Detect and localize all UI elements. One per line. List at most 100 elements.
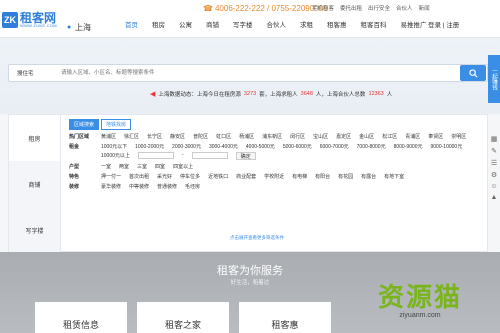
category-rent[interactable]: 租房 [9,115,60,161]
service-card-tenant-home[interactable]: 租客之家 [137,302,229,333]
edit-icon[interactable]: ✎ [491,147,497,155]
filter-option[interactable]: 虹口区 [216,133,231,140]
filter-option[interactable]: 杨浦区 [239,133,254,140]
category-shop[interactable]: 商铺 [9,161,60,207]
tab-metro-search[interactable]: 地铁找房 [101,119,132,130]
site-logo[interactable]: ZK 租客网 WWW.ZUKE.COM [2,10,62,30]
hotline-numbers: 4006-222-222 / 0755-22090000 [214,4,328,13]
search-input[interactable] [53,65,460,81]
expand-filters-link[interactable]: 点击展开查看更多筛选条件 [230,235,284,241]
rent-max-input[interactable] [191,152,228,159]
filter-option[interactable]: 押一付一 [101,173,121,180]
filter-option[interactable]: 长宁区 [147,133,162,140]
filter-option[interactable]: 中等装修 [129,183,149,190]
service-card-rental-info[interactable]: 租赁信息 [35,302,127,333]
filter-label: 热门区域 [69,134,90,140]
filter-option[interactable]: 浦东新区 [262,133,282,140]
search-button[interactable] [460,65,486,81]
filter-option[interactable]: 有阳台 [315,173,330,180]
filter-option[interactable]: 金山区 [359,133,374,140]
filter-option[interactable]: 毛坯房 [185,183,200,190]
filter-option[interactable]: 7000-8000元 [357,143,386,150]
top-links: 手机租客 委托出租 出行安全 合伙人 新闻 [312,4,430,12]
filter-option[interactable]: 采光好 [157,173,172,180]
top-link-news[interactable]: 新闻 [419,4,430,12]
login-register-link[interactable]: 登录 | 注册 [428,19,459,33]
filter-option[interactable]: 首次出租 [129,173,149,180]
filter-label: 户型 [69,164,80,170]
filter-option[interactable]: 2000-3000元 [172,143,201,150]
filter-option[interactable]: 4000-5000元 [246,143,275,150]
filter-option[interactable]: 四室以上 [173,163,193,170]
filter-option[interactable]: 松江区 [382,133,397,140]
nav-deals[interactable]: 租客惠 [320,19,354,33]
filter-panel: 租房 商铺 写字楼 区域搜索 地铁找房 热门区域 黄浦区 徐汇区 长宁区 静安区… [8,114,488,253]
rent-min-input[interactable] [137,152,174,159]
filter-option[interactable]: 豪华装修 [101,183,121,190]
nav-partner[interactable]: 合伙人 [260,19,294,33]
filter-option[interactable]: 1000-2000元 [135,143,164,150]
filter-option[interactable]: 嘉定区 [336,133,351,140]
filter-option[interactable]: 青浦区 [405,133,420,140]
notice-mid1: 套，上海求租人 [259,92,298,98]
filter-option[interactable]: 普陀区 [193,133,208,140]
filter-option[interactable]: 5000-6000元 [283,143,312,150]
service-card-deals[interactable]: 租客惠 [239,302,331,333]
filter-option[interactable]: 徐汇区 [124,133,139,140]
city-selector[interactable]: ● 上海 [67,22,91,33]
top-link-mobile[interactable]: 手机租客 [312,4,334,12]
filter-option[interactable]: 有电梯 [292,173,307,180]
filter-option[interactable]: 10000元以上 [101,152,130,160]
filter-option[interactable]: 奉贤区 [428,133,443,140]
filter-option[interactable]: 商业配套 [236,173,256,180]
filter-option[interactable]: 四室 [155,163,165,170]
filter-option[interactable]: 两室 [119,163,129,170]
filter-option[interactable]: 6000-7000元 [320,143,349,150]
filter-option[interactable]: 黄浦区 [101,133,116,140]
filter-option[interactable]: 有露台 [361,173,376,180]
search-type-selector[interactable]: 搜住宅 [9,69,53,77]
notice-mid2: 人，上海合伙人总数 [315,92,366,98]
filter-row-district: 热门区域 黄浦区 徐汇区 长宁区 静安区 普陀区 虹口区 杨浦区 浦东新区 闵行… [69,133,485,140]
filter-option[interactable]: 有花园 [338,173,353,180]
tab-area-search[interactable]: 区域搜索 [69,119,100,130]
gear-icon[interactable]: ⚙ [491,171,497,179]
top-link-entrust[interactable]: 委托出租 [340,4,362,12]
top-link-partner[interactable]: 合伙人 [396,4,413,12]
top-link-safety[interactable]: 出行安全 [368,4,390,12]
filter-option[interactable]: 3000-4000元 [209,143,238,150]
user-icon[interactable]: ☺ [490,183,497,190]
filter-option[interactable]: 普通装修 [157,183,177,190]
nav-office[interactable]: 写字楼 [226,19,260,33]
earn-together-tab[interactable]: 一起赚钱 [488,55,500,103]
logo-mark: ZK [2,12,18,28]
filter-option[interactable]: 一室 [101,163,111,170]
nav-shop[interactable]: 商铺 [199,19,226,33]
filter-option[interactable]: 静安区 [170,133,185,140]
filter-option[interactable]: 宝山区 [313,133,328,140]
filter-option[interactable]: 停车位多 [180,173,200,180]
filter-option[interactable]: 有地下室 [384,173,404,180]
nav-wiki[interactable]: 租客百科 [354,19,394,33]
filter-option[interactable]: 学校附近 [264,173,284,180]
rent-confirm-button[interactable]: 确定 [235,152,256,160]
filter-option[interactable]: 三室 [137,163,147,170]
service-cards: 租赁信息 租客之家 租客惠 [35,302,331,333]
filter-option[interactable]: 8000-9000元 [394,143,423,150]
notice-houses: 3273 [243,91,257,97]
filter-option[interactable]: 9000-10000元 [431,143,463,150]
filter-option[interactable]: 崇明区 [451,133,466,140]
qrcode-icon[interactable]: ▦ [491,135,498,143]
filter-option[interactable]: 1000元以下 [101,143,127,150]
back-to-top-icon[interactable]: ▲ [491,194,498,201]
filter-option[interactable]: 近地铁口 [208,173,228,180]
filter-option[interactable]: 闵行区 [290,133,305,140]
category-office[interactable]: 写字楼 [9,207,60,253]
nav-apartment[interactable]: 公寓 [172,19,199,33]
nav-seek[interactable]: 求租 [293,19,320,33]
site-header: ZK 租客网 WWW.ZUKE.COM ● 上海 ☎ 4006-222-222 … [0,0,500,38]
watermark: 资源猫 ziyuanm.com [345,282,495,319]
nav-rent[interactable]: 租房 [145,19,172,33]
nav-home[interactable]: 首页 [118,19,145,33]
list-icon[interactable]: ☰ [491,159,497,167]
